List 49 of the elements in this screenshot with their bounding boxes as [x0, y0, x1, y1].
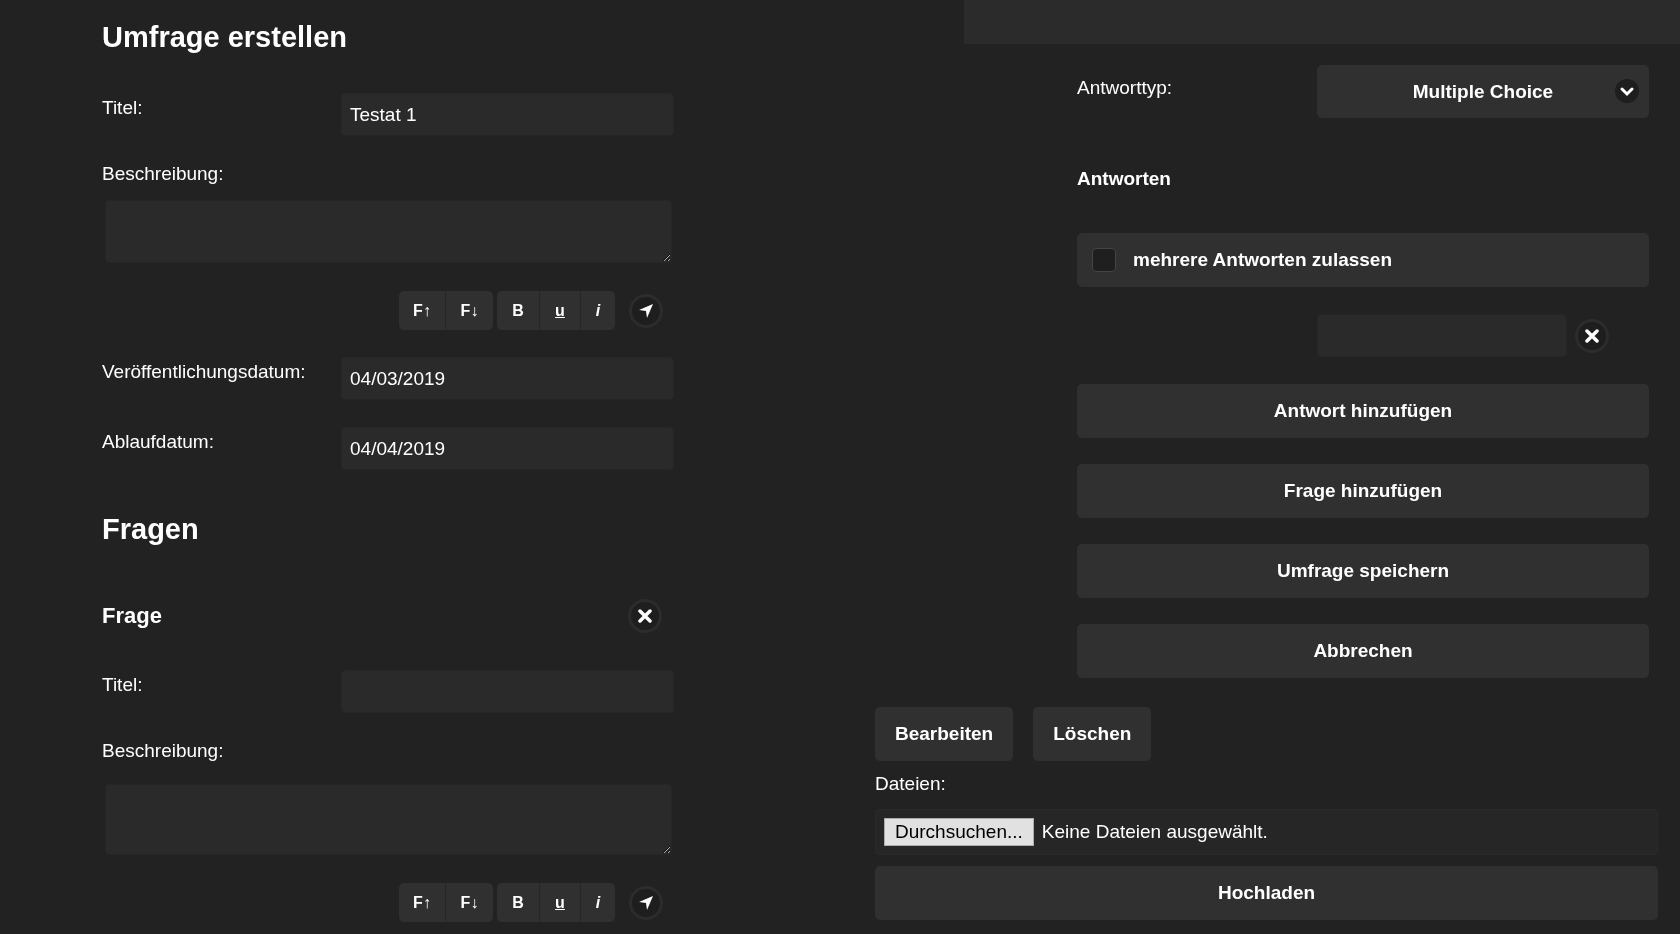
format-button[interactable]: F↑	[399, 291, 446, 330]
remove-button[interactable]	[628, 599, 662, 633]
checkbox[interactable]	[1092, 248, 1116, 272]
field-label: Ablaufdatum:	[102, 431, 215, 453]
close-icon	[638, 609, 652, 623]
format-button[interactable]: i	[581, 291, 615, 330]
question-heading: Frage	[102, 603, 162, 629]
field-label: Titel:	[102, 97, 144, 119]
file-input[interactable]: Durchsuchen... Keine Dateien ausgewählt.	[875, 809, 1658, 855]
format-button[interactable]: B	[497, 883, 540, 922]
send-button[interactable]	[629, 293, 663, 328]
page-title: Umfrage erstellen	[102, 20, 347, 54]
action-button[interactable]: Frage hinzufügen	[1077, 464, 1649, 518]
date-input[interactable]: 04/04/2019	[341, 427, 674, 470]
remove-button[interactable]	[1575, 318, 1609, 353]
section-heading: Antworten	[1077, 168, 1172, 190]
description-textarea[interactable]	[105, 784, 672, 855]
format-button[interactable]: F↓	[446, 291, 493, 330]
send-button[interactable]	[629, 885, 663, 920]
checkbox-row[interactable]: mehrere Antworten zulassen	[1077, 233, 1649, 287]
send-icon	[638, 302, 654, 319]
send-icon	[638, 894, 654, 911]
edit-button[interactable]: Löschen	[1033, 707, 1152, 761]
field-label: Beschreibung:	[102, 740, 224, 762]
close-icon	[1585, 328, 1599, 343]
field-label: Beschreibung:	[102, 163, 224, 185]
file-status: Keine Dateien ausgewählt.	[1041, 821, 1268, 843]
action-button[interactable]: Umfrage speichern	[1077, 544, 1649, 598]
field-label: Veröffentlichungsdatum:	[102, 361, 307, 383]
description-textarea[interactable]	[105, 200, 672, 263]
chevron-down-icon	[1615, 79, 1639, 103]
section-heading: Fragen	[102, 512, 199, 546]
format-button[interactable]: F↓	[446, 883, 493, 922]
title-input[interactable]: Testat 1	[341, 93, 674, 136]
browse-button[interactable]: Durchsuchen...	[884, 818, 1034, 846]
format-button[interactable]: B	[497, 291, 540, 330]
date-input[interactable]: 04/03/2019	[341, 357, 674, 400]
format-button[interactable]: u	[540, 883, 581, 922]
edit-button[interactable]: Bearbeiten	[875, 707, 1014, 761]
format-button[interactable]: u	[540, 291, 581, 330]
upload-button[interactable]: Hochladen	[875, 866, 1658, 920]
action-button[interactable]: Antwort hinzufügen	[1077, 384, 1649, 438]
field-label: Titel:	[102, 674, 144, 696]
field-label: Antworttyp:	[1077, 77, 1173, 100]
format-button[interactable]: F↑	[399, 883, 446, 922]
answer-type-select[interactable]: Multiple Choice	[1317, 65, 1649, 118]
format-button[interactable]: i	[581, 883, 615, 922]
action-button[interactable]: Abbrechen	[1077, 624, 1649, 678]
field-label: Dateien:	[875, 773, 946, 795]
